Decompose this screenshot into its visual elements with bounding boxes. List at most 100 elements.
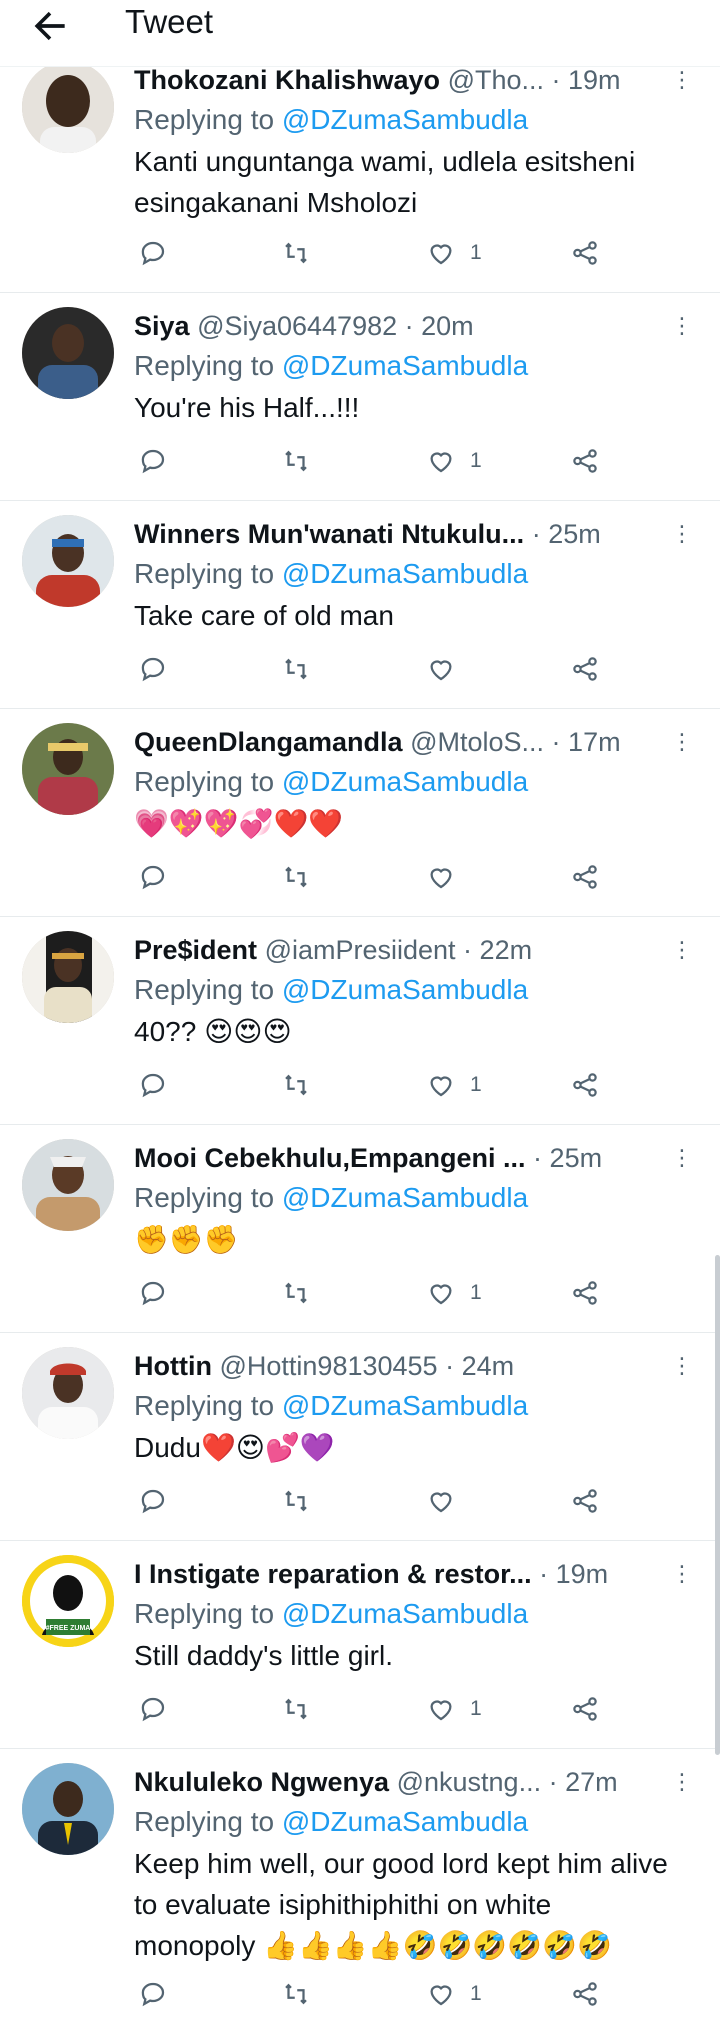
display-name[interactable]: Siya <box>134 311 190 341</box>
separator-dot: · <box>455 935 480 965</box>
scrollbar[interactable] <box>715 1255 720 1755</box>
like-button[interactable]: 1 <box>426 235 482 271</box>
timestamp[interactable]: 24m <box>462 1351 515 1381</box>
replying-handle-link[interactable]: @DZumaSambudla <box>282 974 528 1005</box>
share-button[interactable] <box>570 443 600 479</box>
like-button[interactable]: 1 <box>426 1691 482 1727</box>
retweet-button[interactable] <box>281 235 311 271</box>
more-vertical-icon[interactable]: ⋮ <box>671 67 693 93</box>
like-button[interactable]: 1 <box>426 1976 482 2012</box>
reply-button[interactable] <box>138 1483 168 1519</box>
replying-handle-link[interactable]: @DZumaSambudla <box>282 558 528 589</box>
replying-handle-link[interactable]: @DZumaSambudla <box>282 1182 528 1213</box>
retweet-button[interactable] <box>281 1976 311 2012</box>
more-vertical-icon[interactable]: ⋮ <box>671 1561 693 1587</box>
timestamp[interactable]: 25m <box>548 519 601 549</box>
replying-handle-link[interactable]: @DZumaSambudla <box>282 766 528 797</box>
timestamp[interactable]: 19m <box>556 1559 609 1589</box>
timestamp[interactable]: 19m <box>568 65 621 95</box>
like-button[interactable] <box>426 1483 470 1519</box>
retweet-button[interactable] <box>281 1691 311 1727</box>
reply-button[interactable] <box>138 1275 168 1311</box>
reply-list: Thokozani Khalishwayo @Tho... · 19m ⋮ Re… <box>0 61 720 2009</box>
tweet[interactable]: #FREE ZUMA I Instigate reparation & rest… <box>0 1541 720 1749</box>
share-button[interactable] <box>570 859 600 895</box>
replying-handle-link[interactable]: @DZumaSambudla <box>282 104 528 135</box>
display-name[interactable]: Nkululeko Ngwenya <box>134 1767 389 1797</box>
reply-icon <box>141 1697 165 1722</box>
tweet[interactable]: Mooi Cebekhulu,Empangeni ... · 25m ⋮ Rep… <box>0 1125 720 1333</box>
like-button[interactable]: 1 <box>426 1275 482 1311</box>
reply-button[interactable] <box>138 235 168 271</box>
timestamp[interactable]: 17m <box>568 727 621 757</box>
replying-handle-link[interactable]: @DZumaSambudla <box>282 1598 528 1629</box>
more-vertical-icon[interactable]: ⋮ <box>671 1353 693 1379</box>
retweet-button[interactable] <box>281 859 311 895</box>
replying-handle-link[interactable]: @DZumaSambudla <box>282 1390 528 1421</box>
tweet[interactable]: Nkululeko Ngwenya @nkustng... · 27m ⋮ Re… <box>0 1749 720 2009</box>
tweet[interactable]: Winners Mun'wanati Ntukulu... · 25m ⋮ Re… <box>0 501 720 709</box>
more-vertical-icon[interactable]: ⋮ <box>671 937 693 963</box>
replying-handle-link[interactable]: @DZumaSambudla <box>282 350 528 381</box>
replying-handle-link[interactable]: @DZumaSambudla <box>282 1806 528 1837</box>
avatar[interactable] <box>22 723 114 815</box>
share-button[interactable] <box>570 651 600 687</box>
retweet-button[interactable] <box>281 1275 311 1311</box>
avatar[interactable] <box>22 61 114 153</box>
avatar[interactable] <box>22 1763 114 1855</box>
share-button[interactable] <box>570 1483 600 1519</box>
reply-button[interactable] <box>138 1691 168 1727</box>
reply-button[interactable] <box>138 859 168 895</box>
retweet-icon <box>285 1282 307 1304</box>
display-name[interactable]: Mooi Cebekhulu,Empangeni ... <box>134 1143 526 1173</box>
reply-button[interactable] <box>138 1976 168 2012</box>
timestamp[interactable]: 27m <box>565 1767 618 1797</box>
like-button[interactable] <box>426 859 470 895</box>
share-icon <box>573 657 597 681</box>
like-button[interactable] <box>426 651 470 687</box>
display-name[interactable]: I Instigate reparation & restor... <box>134 1559 532 1589</box>
display-name[interactable]: Thokozani Khalishwayo <box>134 65 440 95</box>
more-vertical-icon[interactable]: ⋮ <box>671 729 693 755</box>
share-button[interactable] <box>570 1976 600 2012</box>
like-button[interactable]: 1 <box>426 1067 482 1103</box>
avatar[interactable]: #FREE ZUMA <box>22 1555 114 1647</box>
more-vertical-icon[interactable]: ⋮ <box>671 1145 693 1171</box>
display-name[interactable]: Winners Mun'wanati Ntukulu... <box>134 519 524 549</box>
avatar[interactable] <box>22 307 114 399</box>
more-vertical-icon[interactable]: ⋮ <box>671 1769 693 1795</box>
share-button[interactable] <box>570 235 600 271</box>
retweet-icon <box>285 866 307 888</box>
retweet-button[interactable] <box>281 1067 311 1103</box>
action-bar <box>134 859 604 895</box>
share-button[interactable] <box>570 1691 600 1727</box>
display-name[interactable]: Hottin <box>134 1351 212 1381</box>
display-name[interactable]: Pre$ident <box>134 935 257 965</box>
tweet[interactable]: Thokozani Khalishwayo @Tho... · 19m ⋮ Re… <box>0 61 720 293</box>
display-name[interactable]: QueenDlangamandla <box>134 727 403 757</box>
avatar[interactable] <box>22 515 114 607</box>
tweet[interactable]: Siya @Siya06447982 · 20m ⋮ Replying to @… <box>0 293 720 501</box>
more-vertical-icon[interactable]: ⋮ <box>671 521 693 547</box>
retweet-button[interactable] <box>281 651 311 687</box>
timestamp[interactable]: 25m <box>550 1143 603 1173</box>
tweet[interactable]: Pre$ident @iamPresiident · 22m ⋮ Replyin… <box>0 917 720 1125</box>
share-button[interactable] <box>570 1275 600 1311</box>
reply-button[interactable] <box>138 1067 168 1103</box>
retweet-button[interactable] <box>281 443 311 479</box>
tweet[interactable]: Hottin @Hottin98130455 · 24m ⋮ Replying … <box>0 1333 720 1541</box>
more-vertical-icon[interactable]: ⋮ <box>671 313 693 339</box>
reply-button[interactable] <box>138 651 168 687</box>
back-arrow-icon[interactable] <box>28 4 72 48</box>
user-handle: @iamPresiident <box>264 935 456 965</box>
tweet[interactable]: QueenDlangamandla @MtoloS... · 17m ⋮ Rep… <box>0 709 720 917</box>
reply-button[interactable] <box>138 443 168 479</box>
avatar[interactable] <box>22 931 114 1023</box>
avatar[interactable] <box>22 1139 114 1231</box>
avatar[interactable] <box>22 1347 114 1439</box>
like-button[interactable]: 1 <box>426 443 482 479</box>
timestamp[interactable]: 22m <box>480 935 533 965</box>
retweet-button[interactable] <box>281 1483 311 1519</box>
timestamp[interactable]: 20m <box>421 311 474 341</box>
share-button[interactable] <box>570 1067 600 1103</box>
